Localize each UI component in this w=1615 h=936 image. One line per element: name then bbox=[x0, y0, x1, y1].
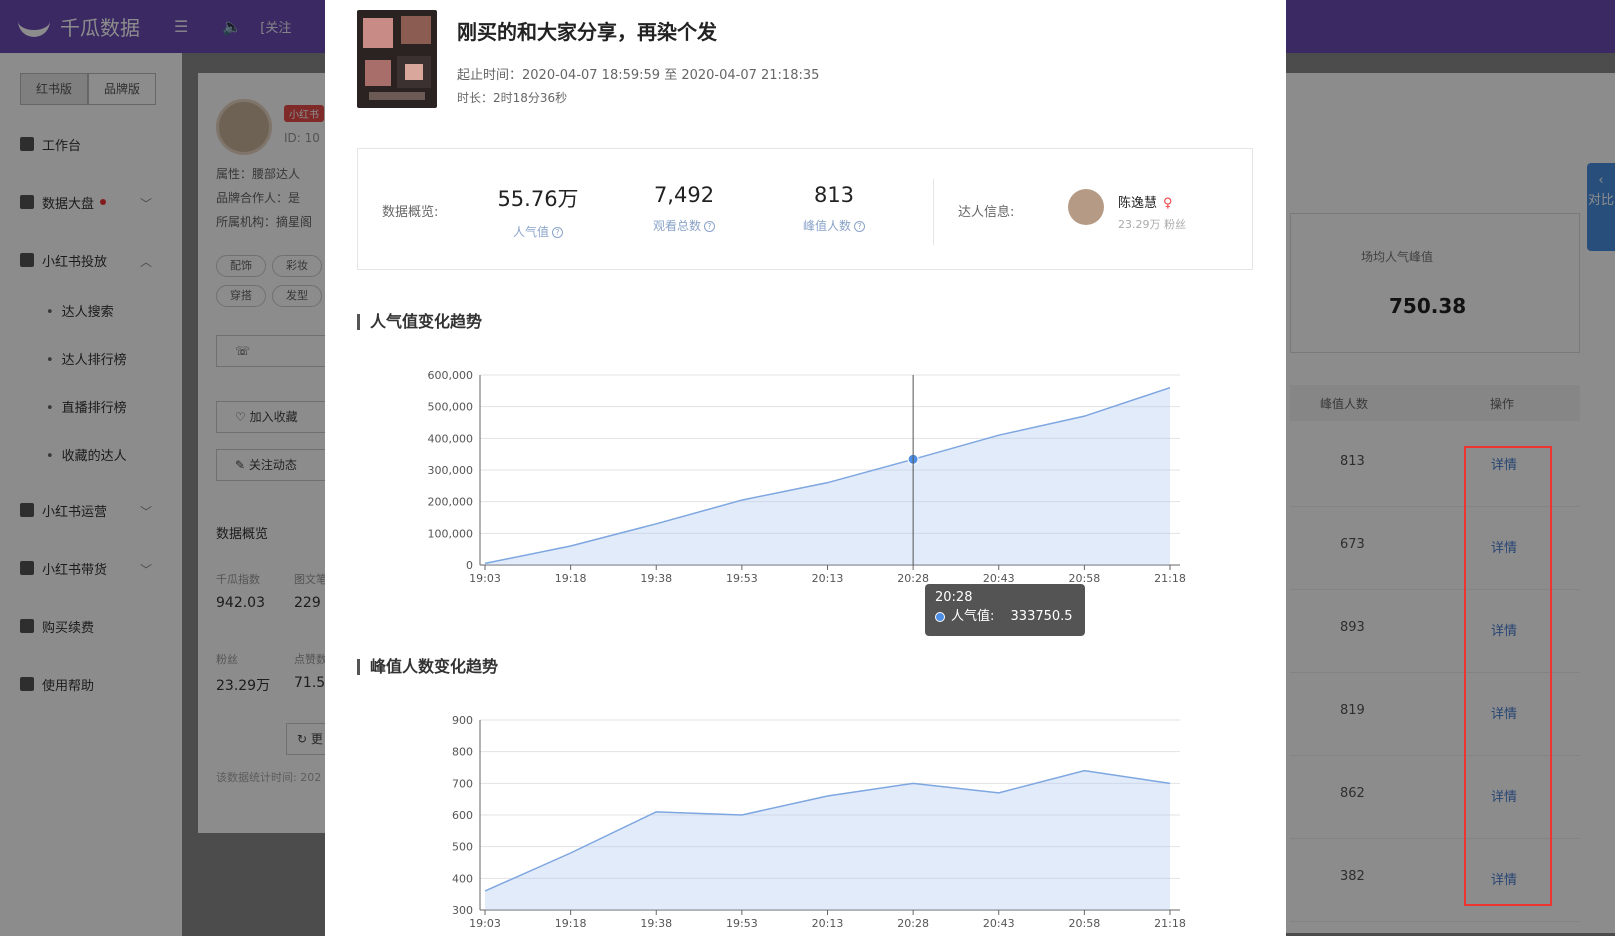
x-tick-label: 20:43 bbox=[983, 917, 1015, 930]
help-icon[interactable]: ? bbox=[854, 221, 865, 232]
series-area bbox=[485, 770, 1170, 910]
x-tick-label: 19:18 bbox=[555, 572, 587, 585]
kol-info-label: 达人信息: bbox=[958, 205, 1015, 220]
help-icon[interactable]: ? bbox=[704, 221, 715, 232]
metric-value: 55.76万 bbox=[497, 187, 579, 211]
metric-value: 7,492 bbox=[653, 183, 715, 207]
x-tick-label: 19:53 bbox=[726, 572, 758, 585]
x-tick-label: 20:13 bbox=[812, 917, 844, 930]
x-tick-label: 20:28 bbox=[897, 917, 929, 930]
kol-avatar[interactable] bbox=[1068, 189, 1104, 225]
metric-views: 7,492 观看总数? bbox=[624, 183, 744, 234]
x-tick-label: 20:58 bbox=[1069, 917, 1101, 930]
x-tick-label: 20:28 bbox=[897, 572, 929, 585]
annotation-red-box bbox=[1464, 446, 1552, 906]
tooltip-label: 人气值: bbox=[951, 609, 995, 624]
series-dot-icon bbox=[935, 611, 945, 622]
live-cover-image bbox=[357, 10, 437, 108]
y-tick-label: 800 bbox=[452, 746, 473, 759]
kol-fans: 23.29万 粉丝 bbox=[1118, 218, 1186, 231]
tooltip-value: 333750.5 bbox=[1010, 609, 1073, 624]
y-tick-label: 600,000 bbox=[428, 369, 474, 382]
y-tick-label: 400 bbox=[452, 872, 473, 885]
metric-peak: 813 峰值人数? bbox=[774, 183, 894, 234]
overview-card: 数据概览: 55.76万 人气值? 7,492 观看总数? 813 峰值人数? … bbox=[357, 148, 1253, 270]
y-tick-label: 900 bbox=[452, 714, 473, 727]
female-icon: ♀ bbox=[1163, 196, 1173, 211]
live-time-range: 起止时间：2020-04-07 18:59:59 至 2020-04-07 21… bbox=[457, 68, 820, 83]
y-tick-label: 0 bbox=[466, 559, 473, 572]
metric-value: 813 bbox=[813, 183, 855, 207]
y-tick-label: 700 bbox=[452, 777, 473, 790]
live-title: 刚买的和大家分享，再染个发 bbox=[457, 20, 717, 44]
tooltip-time: 20:28 bbox=[935, 590, 973, 605]
y-tick-label: 200,000 bbox=[428, 496, 474, 509]
x-tick-label: 19:18 bbox=[555, 917, 587, 930]
section-title-popularity: 人气值变化趋势 bbox=[357, 314, 482, 330]
chart-tooltip: 20:28 人气值: 333750.5 bbox=[925, 584, 1085, 636]
y-tick-label: 300 bbox=[452, 904, 473, 917]
help-icon[interactable]: ? bbox=[552, 227, 563, 238]
metric-label: 观看总数 bbox=[652, 219, 701, 233]
x-tick-label: 19:38 bbox=[640, 917, 672, 930]
section-title-peak: 峰值人数变化趋势 bbox=[357, 659, 498, 675]
x-tick-label: 19:38 bbox=[640, 572, 672, 585]
y-tick-label: 500,000 bbox=[428, 401, 474, 414]
live-duration: 时长：2时18分36秒 bbox=[457, 91, 568, 105]
peak-trend-chart[interactable]: 300 400 500 600 700 800 900 19:03 19:18 19:38 19:5… bbox=[325, 700, 1286, 936]
kol-name-text: 陈逸慧 bbox=[1118, 196, 1158, 211]
y-tick-label: 600 bbox=[452, 809, 473, 822]
series-area bbox=[485, 387, 1170, 565]
metric-label: 人气值 bbox=[512, 225, 549, 239]
metric-label: 峰值人数 bbox=[802, 219, 851, 233]
y-tick-label: 100,000 bbox=[428, 527, 474, 540]
metric-popularity: 55.76万 人气值? bbox=[478, 183, 598, 240]
overview-label: 数据概览: bbox=[382, 205, 439, 220]
x-tick-label: 21:18 bbox=[1154, 572, 1186, 585]
x-tick-label: 19:53 bbox=[726, 917, 758, 930]
x-tick-label: 21:18 bbox=[1154, 917, 1186, 930]
divider bbox=[933, 179, 934, 245]
x-tick-label: 19:03 bbox=[469, 572, 501, 585]
y-tick-label: 400,000 bbox=[428, 432, 474, 445]
live-detail-modal: 刚买的和大家分享，再染个发 起止时间：2020-04-07 18:59:59 至… bbox=[325, 0, 1286, 936]
x-tick-label: 20:13 bbox=[812, 572, 844, 585]
popularity-trend-chart[interactable]: 0 100,000 200,000 300,000 400,000 500,000 600,… bbox=[325, 355, 1286, 595]
kol-name[interactable]: 陈逸慧 ♀ bbox=[1118, 192, 1173, 211]
x-tick-label: 19:03 bbox=[469, 917, 501, 930]
y-tick-label: 500 bbox=[452, 841, 473, 854]
y-tick-label: 300,000 bbox=[428, 464, 474, 477]
